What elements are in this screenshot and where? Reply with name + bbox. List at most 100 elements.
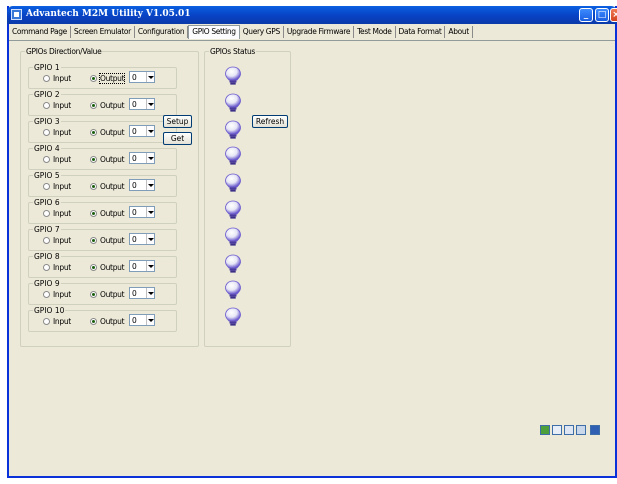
gpio-value-select[interactable]: 0 (129, 152, 155, 164)
output-radio[interactable] (90, 210, 97, 217)
gpio-value-select[interactable]: 0 (129, 179, 155, 191)
tab-query-gps[interactable]: Query GPS (240, 26, 284, 38)
gpio-value-select[interactable]: 0 (129, 314, 155, 326)
output-radio-label[interactable]: Output (98, 73, 126, 84)
more-icon[interactable] (604, 425, 610, 435)
dropdown-arrow-icon[interactable] (146, 207, 154, 217)
gpio-label: GPIO 9 (33, 279, 61, 288)
tab-about[interactable]: About (445, 26, 473, 38)
input-radio-label[interactable]: Input (53, 74, 71, 83)
input-radio[interactable] (43, 75, 50, 82)
close-button[interactable]: × (610, 8, 617, 22)
input-radio[interactable] (43, 210, 50, 217)
setup-button[interactable]: Setup (163, 115, 192, 128)
gpio-label: GPIO 7 (33, 225, 61, 234)
gpio-value: 0 (132, 154, 137, 163)
output-radio[interactable] (90, 318, 97, 325)
output-radio-label[interactable]: Output (100, 236, 125, 245)
minimize-button[interactable]: _ (579, 8, 593, 22)
input-radio-label[interactable]: Input (53, 290, 71, 299)
input-radio-label[interactable]: Input (53, 209, 71, 218)
output-radio[interactable] (90, 291, 97, 298)
app-icon (11, 9, 22, 20)
dropdown-arrow-icon[interactable] (146, 315, 154, 325)
input-radio[interactable] (43, 183, 50, 190)
gpio-value-select[interactable]: 0 (129, 71, 155, 83)
title-bar[interactable]: Advantech M2M Utility V1.05.01 _ □ × (7, 6, 617, 24)
input-radio-label[interactable]: Input (53, 101, 71, 110)
gpio-value-select[interactable]: 0 (129, 98, 155, 110)
output-radio[interactable] (90, 102, 97, 109)
printer-icon[interactable] (576, 425, 586, 435)
output-radio[interactable] (90, 156, 97, 163)
output-radio-label[interactable]: Output (100, 182, 125, 191)
gpio-value: 0 (132, 127, 137, 136)
output-radio-label[interactable]: Output (100, 155, 125, 164)
output-radio[interactable] (90, 183, 97, 190)
input-radio[interactable] (43, 129, 50, 136)
maximize-button[interactable]: □ (595, 8, 609, 22)
help-icon[interactable] (590, 425, 600, 435)
output-radio-label[interactable]: Output (100, 209, 125, 218)
output-radio[interactable] (90, 237, 97, 244)
gpio-value-select[interactable]: 0 (129, 233, 155, 245)
gpio-value-select[interactable]: 0 (129, 287, 155, 299)
lightbulb-icon (225, 146, 241, 165)
output-radio[interactable] (90, 129, 97, 136)
dropdown-arrow-icon[interactable] (146, 234, 154, 244)
dropdown-arrow-icon[interactable] (146, 261, 154, 271)
output-radio[interactable] (90, 264, 97, 271)
output-radio-label[interactable]: Output (100, 101, 125, 110)
tab-upgrade-firmware[interactable]: Upgrade Firmware (284, 26, 355, 38)
input-radio[interactable] (43, 264, 50, 271)
lightbulb-icon (225, 93, 241, 112)
tab-test-mode[interactable]: Test Mode (354, 26, 396, 38)
keyboard-icon[interactable] (552, 425, 562, 435)
gpio-label: GPIO 10 (33, 306, 66, 315)
gpio-value-select[interactable]: 0 (129, 206, 155, 218)
dropdown-arrow-icon[interactable] (146, 126, 154, 136)
monitor-icon[interactable] (564, 425, 574, 435)
input-radio-label[interactable]: Input (53, 236, 71, 245)
network-icon[interactable] (540, 425, 550, 435)
tab-screen-emulator[interactable]: Screen Emulator (71, 26, 135, 38)
input-radio[interactable] (43, 291, 50, 298)
input-radio-label[interactable]: Input (53, 317, 71, 326)
lightbulb-icon (225, 307, 241, 326)
input-radio-label[interactable]: Input (53, 263, 71, 272)
refresh-button[interactable]: Refresh (252, 115, 288, 128)
gpio-row: GPIO 10 Input Output 0 (28, 306, 177, 332)
gpio-value-select[interactable]: 0 (129, 125, 155, 137)
input-radio[interactable] (43, 237, 50, 244)
input-radio-label[interactable]: Input (53, 182, 71, 191)
gpio-value-select[interactable]: 0 (129, 260, 155, 272)
input-radio[interactable] (43, 156, 50, 163)
input-radio[interactable] (43, 318, 50, 325)
input-radio-label[interactable]: Input (53, 128, 71, 137)
tab-configuration[interactable]: Configuration (135, 26, 189, 38)
output-radio-label[interactable]: Output (100, 290, 125, 299)
dropdown-arrow-icon[interactable] (146, 288, 154, 298)
dropdown-arrow-icon[interactable] (146, 153, 154, 163)
input-radio-label[interactable]: Input (53, 155, 71, 164)
tab-command-page[interactable]: Command Page (9, 26, 71, 38)
gpio-value: 0 (132, 181, 137, 190)
gpio-direction-group: GPIOs Direction/Value GPIO 1 Input Output 0… (20, 47, 199, 347)
output-radio[interactable] (90, 75, 97, 82)
output-radio-label[interactable]: Output (100, 263, 125, 272)
gpio-value: 0 (132, 235, 137, 244)
tab-data-format[interactable]: Data Format (396, 26, 446, 38)
gpio-value: 0 (132, 262, 137, 271)
lightbulb-icon (225, 227, 241, 246)
output-radio-label[interactable]: Output (100, 317, 125, 326)
input-radio[interactable] (43, 102, 50, 109)
dropdown-arrow-icon[interactable] (146, 180, 154, 190)
floating-toolbar (540, 425, 617, 437)
get-button[interactable]: Get (163, 132, 192, 145)
dropdown-arrow-icon[interactable] (146, 99, 154, 109)
lightbulb-icon (225, 66, 241, 85)
output-radio-label[interactable]: Output (100, 128, 125, 137)
tab-gpio-setting[interactable]: GPIO Setting (188, 25, 240, 39)
lightbulb-icon (225, 254, 241, 273)
dropdown-arrow-icon[interactable] (146, 72, 154, 82)
